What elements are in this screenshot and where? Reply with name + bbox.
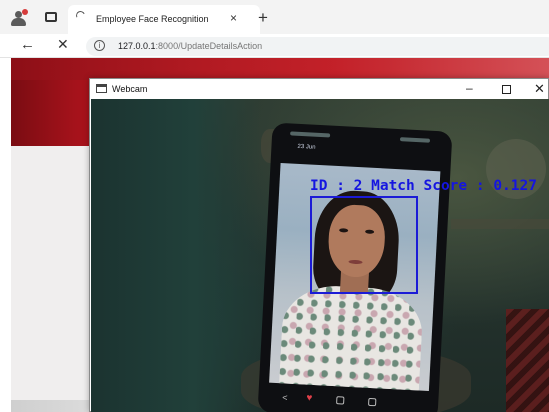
profile-icon[interactable] bbox=[10, 9, 28, 26]
tab-title: Employee Face Recognition bbox=[96, 14, 209, 24]
url-path: :8000/UpdateDetailsAction bbox=[155, 41, 263, 51]
address-bar[interactable]: i 127.0.0.1:8000/UpdateDetailsAction bbox=[86, 37, 549, 56]
maximize-button[interactable] bbox=[502, 85, 511, 94]
tab-close-button[interactable]: × bbox=[230, 11, 237, 25]
browser-tab[interactable]: Employee Face Recognition × bbox=[68, 5, 260, 34]
phone-date: 23 Jun bbox=[297, 143, 316, 151]
tab-actions-icon[interactable] bbox=[45, 12, 57, 22]
info-icon[interactable]: i bbox=[94, 40, 105, 51]
webcam-window-title: Webcam bbox=[112, 84, 148, 94]
edit-icon bbox=[336, 396, 345, 405]
browser-tab-bar: Employee Face Recognition × + bbox=[0, 0, 549, 34]
url-text: 127.0.0.1:8000/UpdateDetailsAction bbox=[118, 41, 262, 51]
webcam-title-bar[interactable]: Webcam – ✕ bbox=[90, 79, 548, 99]
face-detection-box bbox=[310, 196, 418, 294]
stop-loading-button[interactable]: ✕ bbox=[57, 36, 69, 53]
share-icon: < bbox=[282, 392, 288, 403]
match-score-label: ID : 2 Match Score : 0.127 bbox=[310, 178, 537, 194]
address-toolbar: ← ✕ i 127.0.0.1:8000/UpdateDetailsAction bbox=[0, 34, 549, 58]
camera-feed: 23 Jun < ♥ ID : 2 Match Score : 0.127 bbox=[91, 99, 549, 412]
heart-icon: ♥ bbox=[306, 392, 313, 404]
back-button[interactable]: ← bbox=[20, 36, 35, 53]
new-tab-button[interactable]: + bbox=[258, 8, 268, 28]
delete-icon bbox=[368, 397, 377, 407]
webcam-app-icon bbox=[96, 84, 107, 93]
webcam-window[interactable]: Webcam – ✕ 23 Jun < ♥ ID: 2 Match Score… bbox=[89, 78, 549, 412]
phone-nav-bar: < ♥ bbox=[278, 391, 419, 412]
background-person bbox=[506, 309, 549, 412]
minimize-button[interactable]: – bbox=[466, 81, 473, 95]
close-window-button[interactable]: ✕ bbox=[534, 81, 545, 97]
loading-icon bbox=[74, 9, 87, 22]
url-host: 127.0.0.1 bbox=[118, 41, 156, 51]
